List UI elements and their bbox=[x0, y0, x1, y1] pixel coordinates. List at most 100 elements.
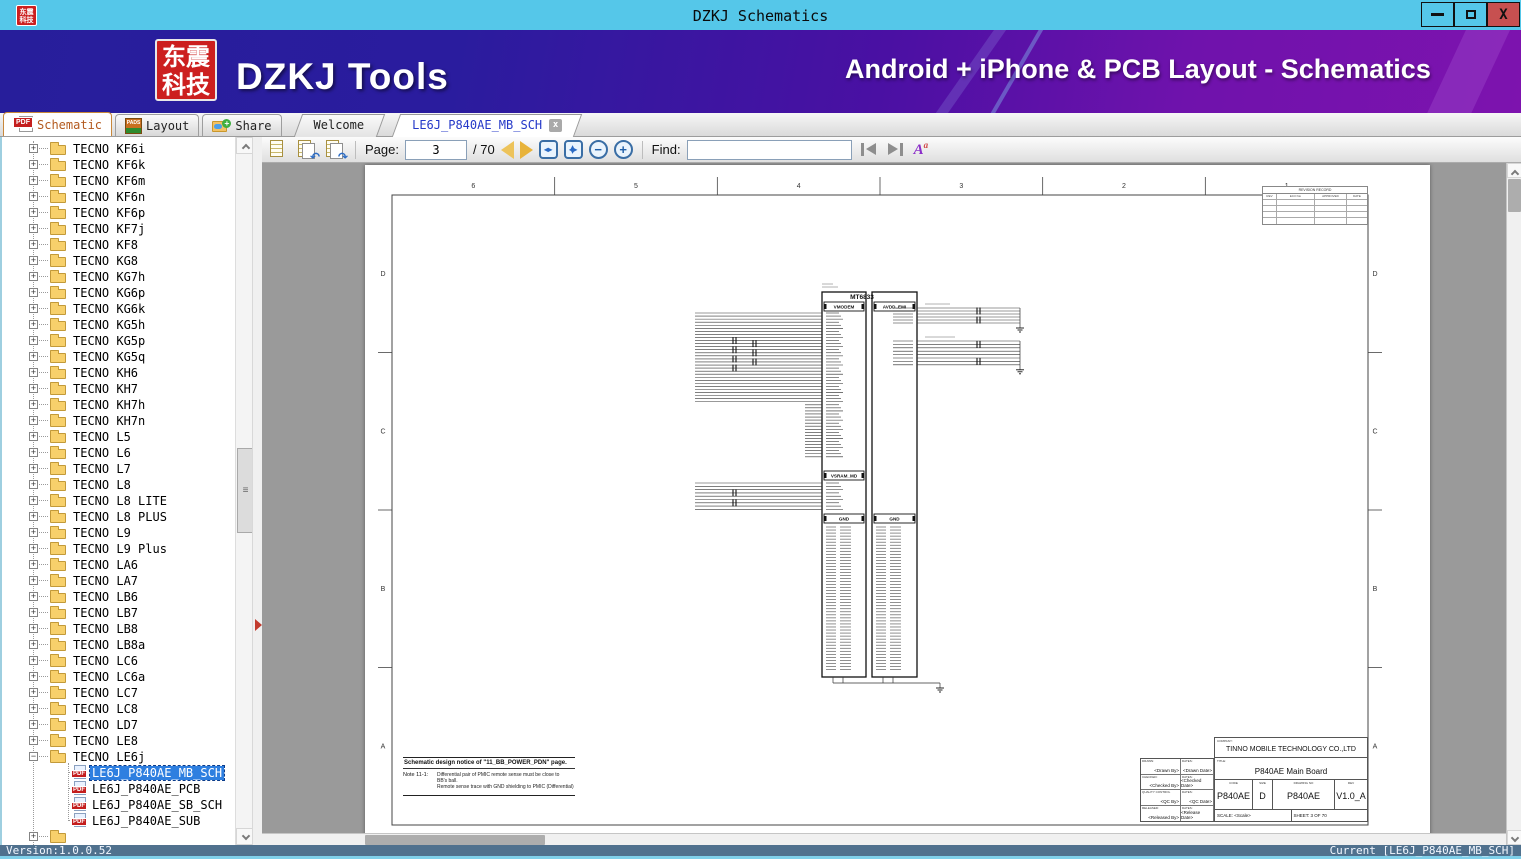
minimize-button[interactable] bbox=[1421, 2, 1454, 27]
expand-toggle-icon[interactable]: + bbox=[29, 464, 38, 473]
expand-toggle-icon[interactable]: + bbox=[29, 160, 38, 169]
expand-toggle-icon[interactable]: + bbox=[29, 592, 38, 601]
tree-item-folder[interactable]: + TECNO KF6m bbox=[2, 173, 235, 189]
expand-toggle-icon[interactable]: + bbox=[29, 688, 38, 697]
tree-item-folder[interactable]: + TECNO KH7h bbox=[2, 397, 235, 413]
tree-item-folder[interactable]: + TECNO LA6 bbox=[2, 557, 235, 573]
expand-toggle-icon[interactable]: + bbox=[29, 672, 38, 681]
tree-item-folder[interactable]: + TECNO L8 PLUS bbox=[2, 509, 235, 525]
tree-item-file[interactable]: PDF LE6J_P840AE_SUB bbox=[2, 813, 235, 829]
tree-item-folder[interactable]: + TECNO L9 Plus bbox=[2, 541, 235, 557]
tree-item-folder[interactable]: + TECNO LC6 bbox=[2, 653, 235, 669]
tree-item-folder[interactable]: + TECNO LD7 bbox=[2, 717, 235, 733]
expand-toggle-icon[interactable]: + bbox=[29, 704, 38, 713]
sidebar-splitter[interactable] bbox=[252, 137, 262, 845]
tree-item-folder[interactable]: + TECNO L8 bbox=[2, 477, 235, 493]
vertical-scrollbar-track[interactable] bbox=[1506, 163, 1521, 845]
splitter-collapse-icon[interactable] bbox=[255, 619, 262, 631]
tree-item-folder[interactable]: − TECNO LE6j bbox=[2, 749, 235, 765]
tree-item-folder[interactable]: + TECNO KG8 bbox=[2, 253, 235, 269]
tree-item-folder[interactable]: + TECNO LC8 bbox=[2, 701, 235, 717]
find-previous-icon[interactable] bbox=[860, 142, 878, 157]
tree-item-folder[interactable]: + TECNO LC7 bbox=[2, 685, 235, 701]
close-button[interactable]: X bbox=[1487, 2, 1520, 27]
tree-item-folder[interactable]: + TECNO KF8 bbox=[2, 237, 235, 253]
expand-toggle-icon[interactable]: + bbox=[29, 656, 38, 665]
expand-toggle-icon[interactable]: + bbox=[29, 576, 38, 585]
tree-item-folder[interactable]: + TECNO L5 bbox=[2, 429, 235, 445]
expand-toggle-icon[interactable]: + bbox=[29, 176, 38, 185]
expand-toggle-icon[interactable]: + bbox=[29, 448, 38, 457]
tab-schematic[interactable]: PDF Schematic bbox=[3, 112, 113, 136]
maximize-button[interactable] bbox=[1454, 2, 1487, 27]
tree-item-folder[interactable]: + TECNO KF6k bbox=[2, 157, 235, 173]
expand-toggle-icon[interactable]: + bbox=[29, 736, 38, 745]
tree-item-folder[interactable]: + TECNO KG5h bbox=[2, 317, 235, 333]
tree-item-folder[interactable]: + TECNO KF6i bbox=[2, 141, 235, 157]
page-number-input[interactable] bbox=[404, 139, 467, 160]
expand-toggle-icon[interactable]: + bbox=[29, 192, 38, 201]
tree-item-folder[interactable]: + TECNO L8 LITE bbox=[2, 493, 235, 509]
zoom-in-button[interactable]: + bbox=[613, 140, 633, 159]
expand-toggle-icon[interactable]: + bbox=[29, 832, 38, 841]
tab-layout[interactable]: PADS Layout bbox=[115, 114, 200, 136]
expand-toggle-icon[interactable]: + bbox=[29, 240, 38, 249]
expand-toggle-icon[interactable]: + bbox=[29, 208, 38, 217]
horizontal-scrollbar-track[interactable] bbox=[262, 833, 1506, 845]
tree-item-file[interactable]: PDF LE6J_P840AE_SB_SCH bbox=[2, 797, 235, 813]
tree-item-folder[interactable]: + TECNO KF6n bbox=[2, 189, 235, 205]
tree-item-file[interactable]: PDF LE6J_P840AE_PCB bbox=[2, 781, 235, 797]
expand-toggle-icon[interactable]: + bbox=[29, 224, 38, 233]
expand-toggle-icon[interactable]: + bbox=[29, 384, 38, 393]
expand-toggle-icon[interactable]: + bbox=[29, 560, 38, 569]
tree-item-folder[interactable]: + TECNO KF7j bbox=[2, 221, 235, 237]
tree-item-folder[interactable]: + TECNO L7 bbox=[2, 461, 235, 477]
tree-item-folder[interactable]: + TECNO L6 bbox=[2, 445, 235, 461]
expand-toggle-icon[interactable]: + bbox=[29, 400, 38, 409]
match-case-icon[interactable]: Aa bbox=[914, 140, 929, 159]
tree-item-folder[interactable]: + TECNO KG6k bbox=[2, 301, 235, 317]
tree-item-folder[interactable]: + TECNO KG5p bbox=[2, 333, 235, 349]
expand-toggle-icon[interactable]: + bbox=[29, 640, 38, 649]
expand-toggle-icon[interactable]: + bbox=[29, 144, 38, 153]
tree-item-folder[interactable]: + TECNO KG7h bbox=[2, 269, 235, 285]
expand-toggle-icon[interactable]: + bbox=[29, 368, 38, 377]
next-page-button[interactable] bbox=[519, 140, 533, 159]
tree-item-folder[interactable]: + TECNO LC6a bbox=[2, 669, 235, 685]
expand-toggle-icon[interactable]: − bbox=[29, 752, 38, 761]
find-input[interactable] bbox=[686, 139, 852, 160]
close-tab-icon[interactable]: x bbox=[549, 118, 563, 132]
page-copy-icon[interactable] bbox=[268, 139, 290, 160]
expand-toggle-icon[interactable]: + bbox=[29, 720, 38, 729]
rotate-right-icon[interactable]: ↷ bbox=[324, 139, 348, 164]
scroll-up-button[interactable] bbox=[1507, 163, 1521, 179]
expand-toggle-icon[interactable]: + bbox=[29, 512, 38, 521]
tree-item-folder[interactable]: + TECNO KH6 bbox=[2, 365, 235, 381]
expand-toggle-icon[interactable]: + bbox=[29, 288, 38, 297]
expand-toggle-icon[interactable]: + bbox=[29, 480, 38, 489]
expand-toggle-icon[interactable]: + bbox=[29, 544, 38, 553]
expand-toggle-icon[interactable]: + bbox=[29, 528, 38, 537]
tree-item-folder[interactable]: + TECNO LB8 bbox=[2, 621, 235, 637]
expand-toggle-icon[interactable]: + bbox=[29, 624, 38, 633]
tree-item-folder[interactable]: + TECNO KH7n bbox=[2, 413, 235, 429]
doc-tab-active-document[interactable]: LE6J_P840AE_MB_SCH x bbox=[391, 114, 583, 137]
tree-item-folder[interactable]: + TECNO LE8 bbox=[2, 733, 235, 749]
tree-item-folder[interactable]: + TECNO LB8a bbox=[2, 637, 235, 653]
fit-width-button[interactable]: ◂▸ bbox=[538, 140, 558, 159]
horizontal-scrollbar-thumb[interactable] bbox=[365, 835, 545, 845]
expand-toggle-icon[interactable]: + bbox=[29, 256, 38, 265]
expand-toggle-icon[interactable]: + bbox=[29, 416, 38, 425]
tree-item-folder[interactable]: + TECNO LB6 bbox=[2, 589, 235, 605]
tree-item-folder[interactable]: + TECNO L9 bbox=[2, 525, 235, 541]
doc-tab-welcome[interactable]: Welcome bbox=[293, 114, 385, 137]
tree-item-folder[interactable]: + TECNO KF6p bbox=[2, 205, 235, 221]
tab-share[interactable]: + Share bbox=[202, 114, 282, 136]
expand-toggle-icon[interactable]: + bbox=[29, 496, 38, 505]
expand-toggle-icon[interactable]: + bbox=[29, 608, 38, 617]
tree-item-folder[interactable]: + TECNO KH7 bbox=[2, 381, 235, 397]
zoom-out-button[interactable]: − bbox=[588, 140, 608, 159]
scroll-down-button[interactable] bbox=[1507, 830, 1521, 845]
expand-toggle-icon[interactable]: + bbox=[29, 272, 38, 281]
tree-item-folder-partial[interactable]: + bbox=[2, 829, 235, 845]
